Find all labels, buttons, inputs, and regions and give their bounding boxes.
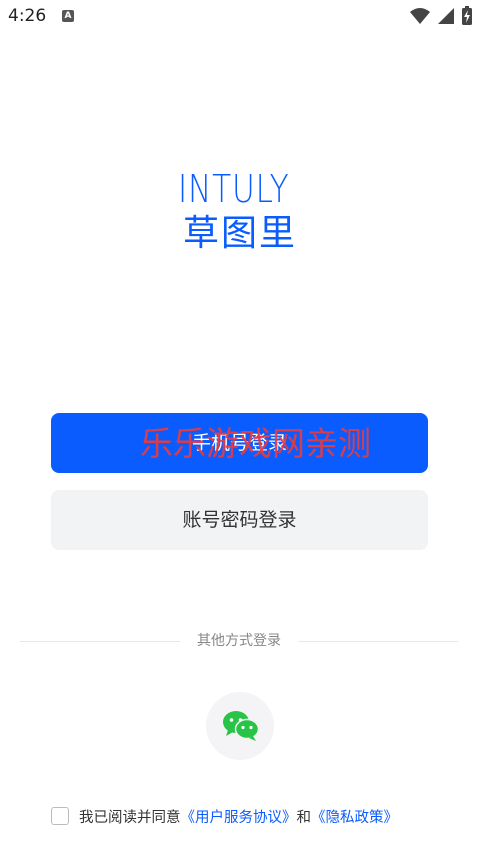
app-logo: INTULY 草图里 — [178, 168, 302, 262]
wechat-login-button[interactable] — [206, 692, 274, 760]
logo-chinese: 草图里 — [182, 213, 297, 254]
agreement-and: 和 — [296, 810, 312, 826]
divider-left — [20, 641, 180, 642]
account-password-login-button[interactable]: 账号密码登录 — [51, 490, 428, 550]
divider-right — [298, 641, 458, 642]
a-icon: A — [62, 10, 74, 22]
agreement-prefix: 我已阅读并同意 — [79, 810, 181, 826]
signal-icon — [437, 8, 454, 24]
wifi-icon — [409, 8, 430, 24]
terms-of-service-link[interactable]: 《用户服务协议》 — [181, 810, 297, 826]
wechat-icon — [223, 711, 260, 741]
status-icons — [409, 6, 473, 26]
phone-login-button[interactable]: 手机号登录 — [51, 413, 428, 473]
battery-charging-icon — [462, 6, 472, 25]
agreement-row: 我已阅读并同意《用户服务协议》和《隐私政策》 — [51, 806, 461, 830]
privacy-policy-link[interactable]: 《隐私政策》 — [311, 810, 398, 826]
other-login-methods-label: 其他方式登录 — [197, 633, 281, 649]
agreement-checkbox[interactable] — [51, 807, 69, 825]
logo-english: INTULY — [178, 167, 290, 211]
status-time: 4:26 — [8, 6, 47, 26]
status-bar: 4:26 A — [0, 0, 479, 34]
